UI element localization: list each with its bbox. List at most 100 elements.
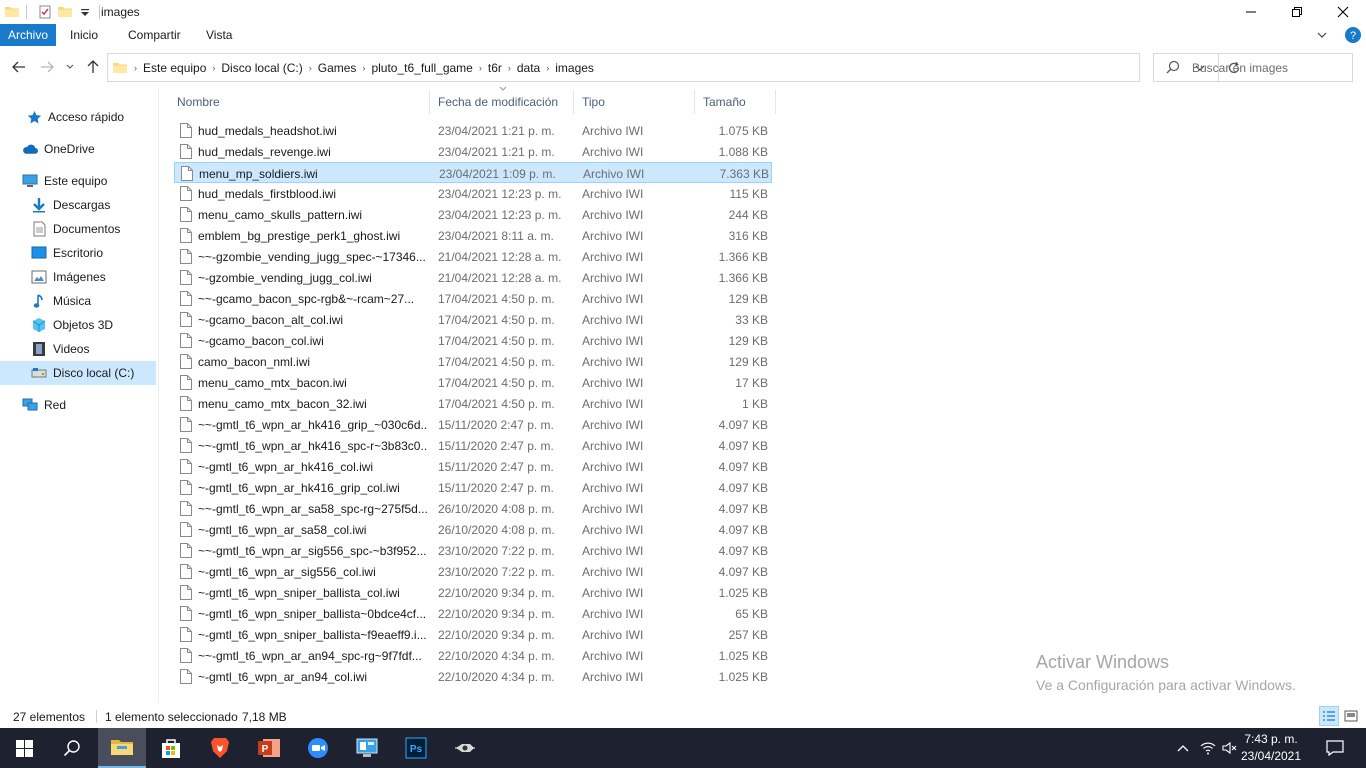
file-row[interactable]: ~-gmtl_t6_wpn_sniper_ballista~f9eaeff9.i… [174, 624, 772, 645]
taskbar-app-control-panel[interactable] [343, 728, 391, 768]
breadcrumb-este-equipo[interactable]: Este equipo [139, 61, 210, 75]
breadcrumb-pluto[interactable]: pluto_t6_full_game [367, 61, 476, 75]
file-row[interactable]: ~-gmtl_t6_wpn_ar_an94_col.iwi 22/10/2020 … [174, 666, 772, 687]
tab-archivo[interactable]: Archivo [0, 24, 56, 46]
file-icon [180, 354, 192, 372]
breadcrumb-games[interactable]: Games [314, 61, 361, 75]
nav-item-videos[interactable]: Videos [31, 338, 89, 360]
nav-item-descargas[interactable]: Descargas [31, 194, 110, 216]
large-icons-view-button[interactable] [1341, 706, 1361, 726]
taskbar-app-store[interactable] [147, 728, 195, 768]
taskbar-app-file-explorer[interactable] [98, 728, 146, 768]
nav-item-este-equipo[interactable]: Este equipo [22, 170, 107, 192]
file-row[interactable]: ~-gzombie_vending_jugg_col.iwi 21/04/2021… [174, 267, 772, 288]
help-icon[interactable]: ? [1344, 26, 1362, 44]
up-button[interactable] [84, 58, 102, 76]
breadcrumb-disco-local[interactable]: Disco local (C:) [217, 61, 306, 75]
search-box[interactable] [1153, 53, 1353, 82]
file-icon [180, 648, 192, 666]
search-taskbar-button[interactable] [48, 728, 96, 768]
breadcrumb-separator[interactable]: › [307, 63, 314, 73]
file-row[interactable]: ~-gmtl_t6_wpn_ar_sa58_col.iwi 26/10/2020 … [174, 519, 772, 540]
file-row[interactable]: ~-gcamo_bacon_col.iwi 17/04/2021 4:50 p. … [174, 330, 772, 351]
file-row[interactable]: ~~-gmtl_t6_wpn_ar_sa58_spc-rg~275f5d... 2… [174, 498, 772, 519]
file-row[interactable]: ~-gmtl_t6_wpn_ar_hk416_grip_col.iwi 15/11… [174, 477, 772, 498]
nav-item-disco-local[interactable]: Disco local (C:) [0, 361, 156, 385]
folder-icon[interactable] [4, 4, 20, 20]
breadcrumb-separator[interactable]: › [132, 63, 139, 73]
customize-toolbar-icon[interactable] [77, 4, 93, 20]
nav-item-red[interactable]: Red [22, 394, 66, 416]
taskbar-app-zoom[interactable] [294, 728, 342, 768]
nav-item-onedrive[interactable]: OneDrive [22, 138, 95, 160]
taskbar-app-game[interactable] [441, 728, 489, 768]
breadcrumb-images[interactable]: images [551, 61, 598, 75]
file-row[interactable]: ~-gmtl_t6_wpn_ar_hk416_col.iwi 15/11/2020… [174, 456, 772, 477]
file-explorer-icon [111, 740, 133, 755]
minimize-button[interactable] [1228, 0, 1274, 24]
breadcrumb-separator[interactable]: › [360, 63, 367, 73]
recent-locations-button[interactable] [63, 58, 77, 76]
file-row[interactable]: ~-gmtl_t6_wpn_sniper_ballista~0bdce4cf..… [174, 603, 772, 624]
file-row[interactable]: hud_medals_firstblood.iwi 23/04/2021 12:2… [174, 183, 772, 204]
pane-divider[interactable] [158, 88, 159, 703]
file-row[interactable]: ~-gmtl_t6_wpn_ar_sig556_col.iwi 23/10/202… [174, 561, 772, 582]
back-button[interactable] [10, 58, 28, 76]
file-row[interactable]: ~~-gmtl_t6_wpn_ar_sig556_spc-~b3f952... 2… [174, 540, 772, 561]
breadcrumb-separator[interactable]: › [210, 63, 217, 73]
file-row[interactable]: menu_camo_mtx_bacon_32.iwi 17/04/2021 4:5… [174, 393, 772, 414]
expand-ribbon-icon[interactable] [1316, 29, 1328, 41]
search-input[interactable] [1192, 58, 1342, 78]
column-header-name[interactable]: Nombre [168, 90, 430, 114]
file-row[interactable]: ~~-gcamo_bacon_spc-rgb&~-rcam~27... 17/04… [174, 288, 772, 309]
file-date: 23/10/2020 7:22 p. m. [438, 544, 555, 558]
breadcrumb-t6r[interactable]: t6r [484, 61, 506, 75]
close-button[interactable] [1320, 0, 1366, 24]
start-button[interactable] [0, 728, 48, 768]
nav-item-musica[interactable]: Música [31, 290, 91, 312]
file-row[interactable]: ~~-gmtl_t6_wpn_ar_hk416_grip_~030c6d... 1… [174, 414, 772, 435]
tab-compartir[interactable]: Compartir [120, 24, 189, 46]
file-row[interactable]: ~~-gzombie_vending_jugg_spec-~17346... 21… [174, 246, 772, 267]
file-row[interactable]: ~~-gmtl_t6_wpn_ar_an94_spc-rg~9f7fdf... 2… [174, 645, 772, 666]
file-row[interactable]: hud_medals_revenge.iwi 23/04/2021 1:21 p.… [174, 141, 772, 162]
nav-item-imagenes[interactable]: Imágenes [31, 266, 106, 288]
column-header-size[interactable]: Tamaño [694, 90, 776, 114]
file-row[interactable]: menu_camo_mtx_bacon.iwi 17/04/2021 4:50 p… [174, 372, 772, 393]
taskbar-app-brave[interactable] [196, 728, 244, 768]
breadcrumb-separator[interactable]: › [506, 63, 513, 73]
file-name: ~-gmtl_t6_wpn_ar_hk416_grip_col.iwi [198, 481, 400, 495]
nav-item-documentos[interactable]: Documentos [31, 218, 120, 240]
file-row[interactable]: camo_bacon_nml.iwi 17/04/2021 4:50 p. m. A… [174, 351, 772, 372]
file-row[interactable]: ~-gcamo_bacon_alt_col.iwi 17/04/2021 4:50… [174, 309, 772, 330]
taskbar-app-photoshop[interactable]: Ps [392, 728, 440, 768]
taskbar-clock[interactable]: 7:43 p. m. 23/04/2021 [1238, 731, 1304, 765]
forward-button[interactable] [38, 58, 56, 76]
tab-vista[interactable]: Vista [198, 24, 240, 46]
breadcrumb-separator[interactable]: › [477, 63, 484, 73]
notifications-button[interactable] [1318, 728, 1352, 768]
file-row[interactable]: ~~-gmtl_t6_wpn_ar_hk416_spc-r~3b83c0... 1… [174, 435, 772, 456]
file-row[interactable]: menu_camo_skulls_pattern.iwi 23/04/2021 1… [174, 204, 772, 225]
taskbar-app-powerpoint[interactable]: P [245, 728, 293, 768]
column-header-type[interactable]: Tipo [573, 90, 695, 114]
breadcrumb-data[interactable]: data [513, 61, 544, 75]
properties-icon[interactable] [37, 4, 53, 20]
tab-inicio[interactable]: Inicio [62, 24, 106, 46]
file-row[interactable]: emblem_bg_prestige_perk1_ghost.iwi 23/04/… [174, 225, 772, 246]
maximize-button[interactable] [1274, 0, 1320, 24]
nav-item-objetos-3d[interactable]: Objetos 3D [31, 314, 113, 336]
file-row[interactable]: ~-gmtl_t6_wpn_sniper_ballista_col.iwi 22/… [174, 582, 772, 603]
nav-item-acceso-rapido[interactable]: Acceso rápido [26, 106, 124, 128]
nav-item-escritorio[interactable]: Escritorio [31, 242, 103, 264]
show-hidden-icons-button[interactable] [1172, 728, 1194, 768]
new-folder-icon[interactable] [57, 4, 73, 20]
file-row[interactable]: hud_medals_headshot.iwi 23/04/2021 1:21 p… [174, 120, 772, 141]
arrow-left-icon [12, 61, 25, 73]
file-row[interactable]: menu_mp_soldiers.iwi 23/04/2021 1:09 p. m… [174, 162, 772, 183]
address-bar[interactable]: › Este equipo › Disco local (C:) › Games… [107, 53, 1239, 82]
column-header-date[interactable]: Fecha de modificación [429, 90, 574, 114]
network-tray-button[interactable] [1196, 728, 1220, 768]
details-view-button[interactable] [1319, 706, 1339, 726]
breadcrumb-separator[interactable]: › [544, 63, 551, 73]
